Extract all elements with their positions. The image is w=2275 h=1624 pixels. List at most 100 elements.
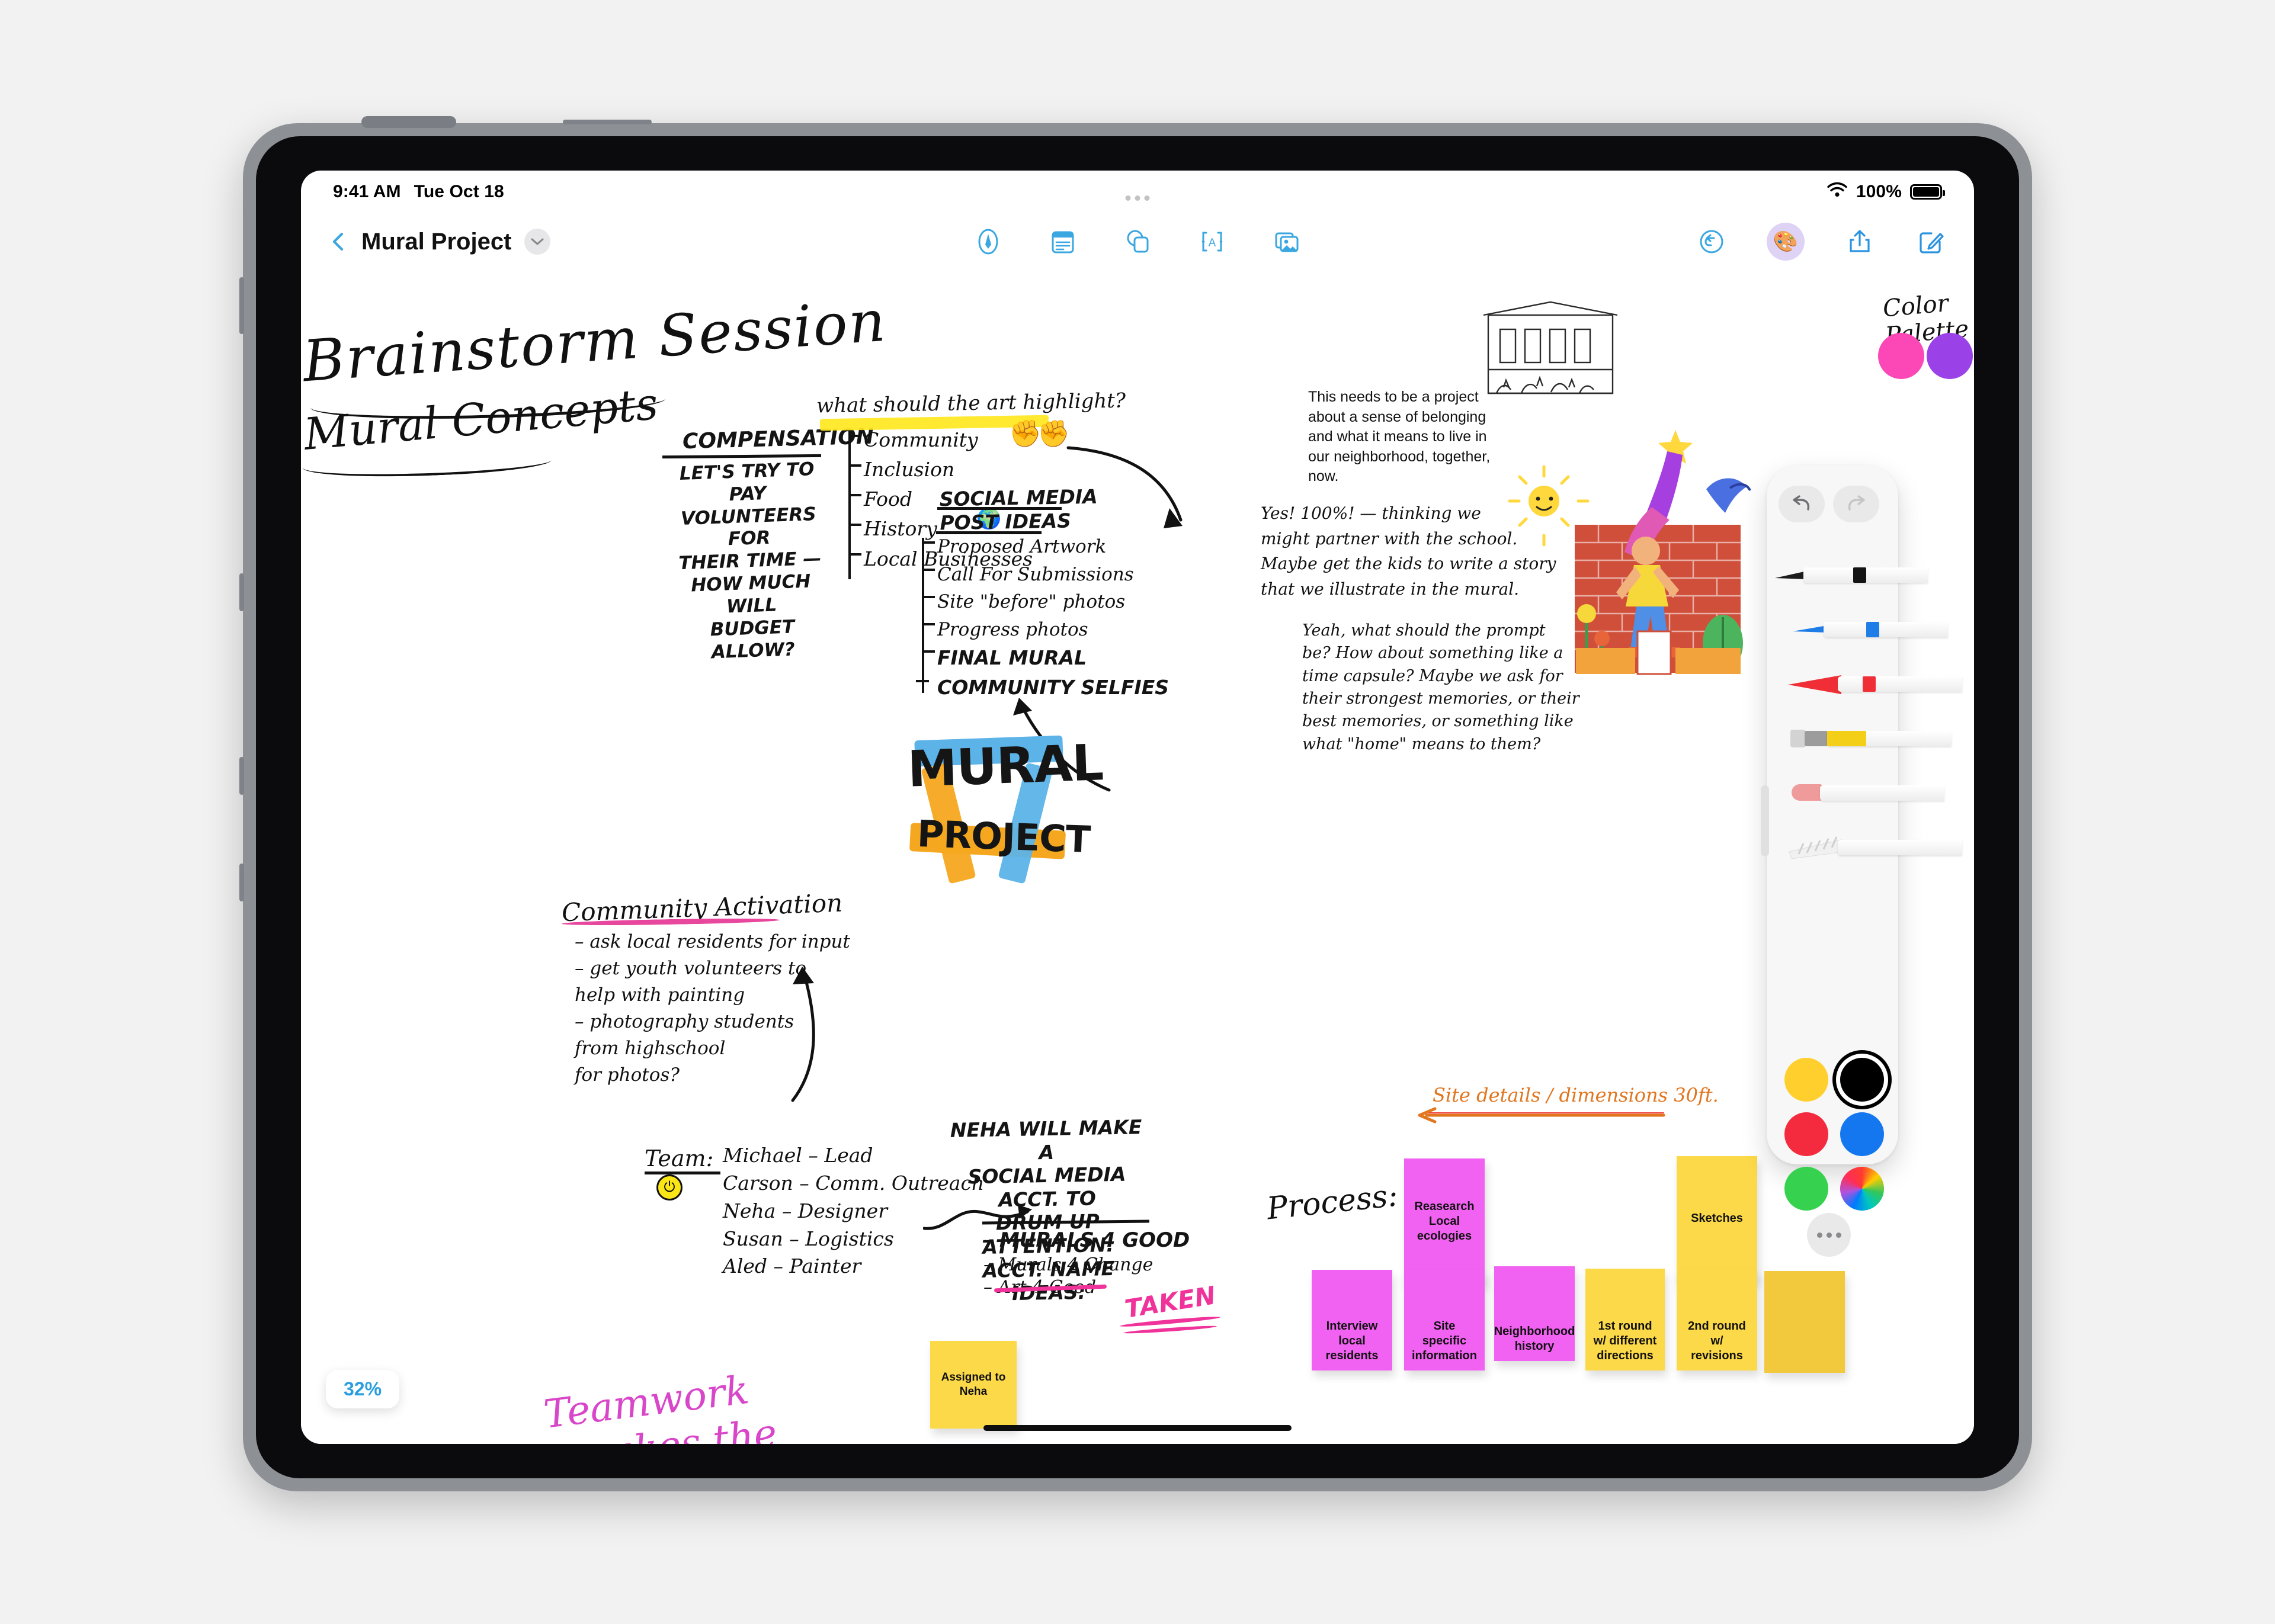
ipad-device-frame: 9:41 AM Tue Oct 18 100% Mural Project A …: [239, 116, 2032, 1491]
marker-tool-red-band: [1863, 676, 1876, 692]
svg-text:A: A: [1209, 237, 1216, 249]
chevron-down-icon[interactable]: [524, 229, 551, 255]
redo-arrow-icon[interactable]: [1833, 486, 1879, 522]
pen-tool-black[interactable]: [1773, 553, 1928, 597]
compensation-line: BUDGET ALLOW?: [710, 616, 796, 663]
social-media-item: Call For Submissions: [937, 563, 1134, 585]
pen-in-capsule-icon[interactable]: [972, 226, 1004, 258]
highlighter-tool-yellow-band: [1827, 731, 1866, 746]
teamwork-scribble: Teamwork makes the dreamwork!!: [541, 1355, 861, 1444]
chevron-left-icon[interactable]: [328, 232, 348, 252]
status-time: 9:41 AM: [333, 182, 401, 201]
ipad-screen: 9:41 AM Tue Oct 18 100% Mural Project A …: [301, 171, 1974, 1444]
color-black[interactable]: [1840, 1058, 1884, 1102]
site-details-arrow: [1418, 1107, 1665, 1124]
raised-fists-icon: ✊: [1009, 419, 1042, 448]
compose-pencil-icon[interactable]: [1915, 226, 1947, 258]
social-media-title-line: POST IDEAS: [940, 509, 1072, 534]
art-highlight-brace: [848, 431, 851, 579]
screenshot-root: 9:41 AM Tue Oct 18 100% Mural Project A …: [0, 0, 2275, 1624]
compensation-line: VOLUNTEERS FOR: [680, 503, 817, 550]
wifi-icon: [1827, 181, 1848, 203]
color-wheel[interactable]: [1840, 1167, 1884, 1211]
power-badge-icon: ⏻: [656, 1174, 682, 1201]
team-label: Team:: [645, 1145, 714, 1172]
art-highlight-item: Community: [864, 428, 978, 451]
sticky-interview-local-residents[interactable]: Interview local residents: [1312, 1270, 1392, 1371]
sticky-site-specific-information[interactable]: Site specific information: [1404, 1270, 1485, 1371]
sticky-sketches[interactable]: Sketches: [1677, 1156, 1757, 1280]
color-swatch-grid[interactable]: [1784, 1058, 1885, 1211]
center-tool-group: A: [972, 226, 1303, 258]
neha-idea-2: – Murals 4 Change: [983, 1254, 1153, 1275]
sticky-2nd-round[interactable]: 2nd round w/ revisions: [1677, 1269, 1757, 1371]
compensation-line: LET'S TRY TO PAY: [679, 458, 815, 505]
undo-arrow-icon[interactable]: [1779, 486, 1825, 522]
sticky-neighborhood-history[interactable]: Neighborhood history: [1494, 1266, 1575, 1361]
artist-palette-icon[interactable]: 🎨: [1767, 223, 1805, 261]
neha-idea-1: – MURALS 4 GOOD: [982, 1228, 1190, 1252]
social-media-item: Progress photos: [937, 618, 1088, 640]
sticky-assigned-to-neha[interactable]: Assigned to Neha: [930, 1341, 1017, 1429]
mural-project-logo: MURAL PROJECT: [899, 733, 1104, 898]
ruler-tool[interactable]: [1773, 826, 1962, 869]
color-blue[interactable]: [1840, 1112, 1884, 1156]
right-tool-group: 🎨: [1696, 223, 1947, 261]
zoom-level-chip[interactable]: 32%: [326, 1370, 400, 1408]
color-yellow[interactable]: [1784, 1058, 1828, 1102]
app-toolbar: Mural Project A 🎨: [301, 213, 1974, 270]
side-button-a[interactable]: [239, 757, 244, 795]
photo-stack-icon[interactable]: [1271, 226, 1303, 258]
sticky-behind-palette[interactable]: [1764, 1271, 1845, 1373]
color-green[interactable]: [1784, 1167, 1828, 1211]
battery-icon: [1910, 184, 1945, 200]
power-button[interactable]: [563, 120, 652, 124]
whiteboard-canvas[interactable]: Brainstorm Session Mural Concepts COMPEN…: [301, 270, 1974, 1444]
marker-tool-red[interactable]: [1773, 662, 1962, 706]
arrow-community-to-mural: [791, 967, 815, 1102]
mural-illustration: [1508, 430, 1751, 675]
art-highlight-question: what should the art highlight?: [816, 389, 1126, 418]
social-media-brace: [922, 538, 924, 693]
highlighter-tool-yellow[interactable]: [1773, 717, 1952, 760]
compensation-line: HOW MUCH WILL: [690, 570, 811, 618]
sticky-research-local-ecologies[interactable]: Reasearch Local ecologies: [1404, 1158, 1485, 1284]
multitasking-handle[interactable]: [1125, 195, 1150, 201]
note-card-icon[interactable]: [1047, 226, 1079, 258]
team-member: Michael – Lead: [723, 1144, 873, 1167]
eraser-tool[interactable]: [1773, 771, 1944, 815]
social-media-item: Site "before" photos: [937, 591, 1126, 612]
side-button-b[interactable]: [239, 864, 244, 901]
pen-tool-blue-band: [1866, 622, 1879, 637]
volume-button[interactable]: [239, 277, 244, 334]
community-activation-item: – ask local residents for input: [575, 931, 850, 952]
social-media-item: FINAL MURAL: [937, 646, 1087, 669]
drawing-tool-palette[interactable]: [1761, 466, 1962, 1257]
mural-logo-word-2: PROJECT: [916, 811, 1091, 862]
compensation-body: LET'S TRY TO PAY VOLUNTEERS FOR THEIR TI…: [666, 458, 834, 665]
pen-tool-black-band: [1853, 567, 1866, 583]
team-member: Carson – Comm. Outreach: [723, 1171, 985, 1195]
typed-note[interactable]: This needs to be a project about a sense…: [1308, 387, 1504, 487]
compensation-underline: [662, 454, 822, 459]
mural-logo-word-1: MURAL: [906, 733, 1104, 798]
ellipsis-icon[interactable]: [1807, 1213, 1851, 1257]
text-box-a-icon[interactable]: A: [1196, 226, 1228, 258]
social-media-items: Proposed Artwork Call For Submissions Si…: [937, 533, 1169, 702]
status-date: Tue Oct 18: [414, 182, 504, 201]
pen-tool-blue[interactable]: [1773, 608, 1948, 651]
undo-circle-icon[interactable]: [1696, 226, 1728, 258]
share-up-icon[interactable]: [1844, 226, 1876, 258]
process-label: Process:: [1265, 1177, 1400, 1227]
neha-note-line: SOCIAL MEDIA ACCT. TO: [967, 1162, 1126, 1212]
sticky-1st-round[interactable]: 1st round w/ different directions: [1585, 1269, 1665, 1371]
page-title: Mural Project: [361, 228, 512, 255]
mute-button[interactable]: [239, 573, 244, 611]
status-bar: 9:41 AM Tue Oct 18 100%: [301, 171, 1974, 213]
color-red[interactable]: [1784, 1112, 1828, 1156]
home-indicator[interactable]: [983, 1425, 1292, 1431]
shapes-icon[interactable]: [1122, 226, 1153, 258]
palette-drag-handle[interactable]: [1761, 785, 1769, 856]
purple-swatch[interactable]: [1927, 333, 1973, 379]
pink-swatch[interactable]: [1878, 333, 1924, 379]
